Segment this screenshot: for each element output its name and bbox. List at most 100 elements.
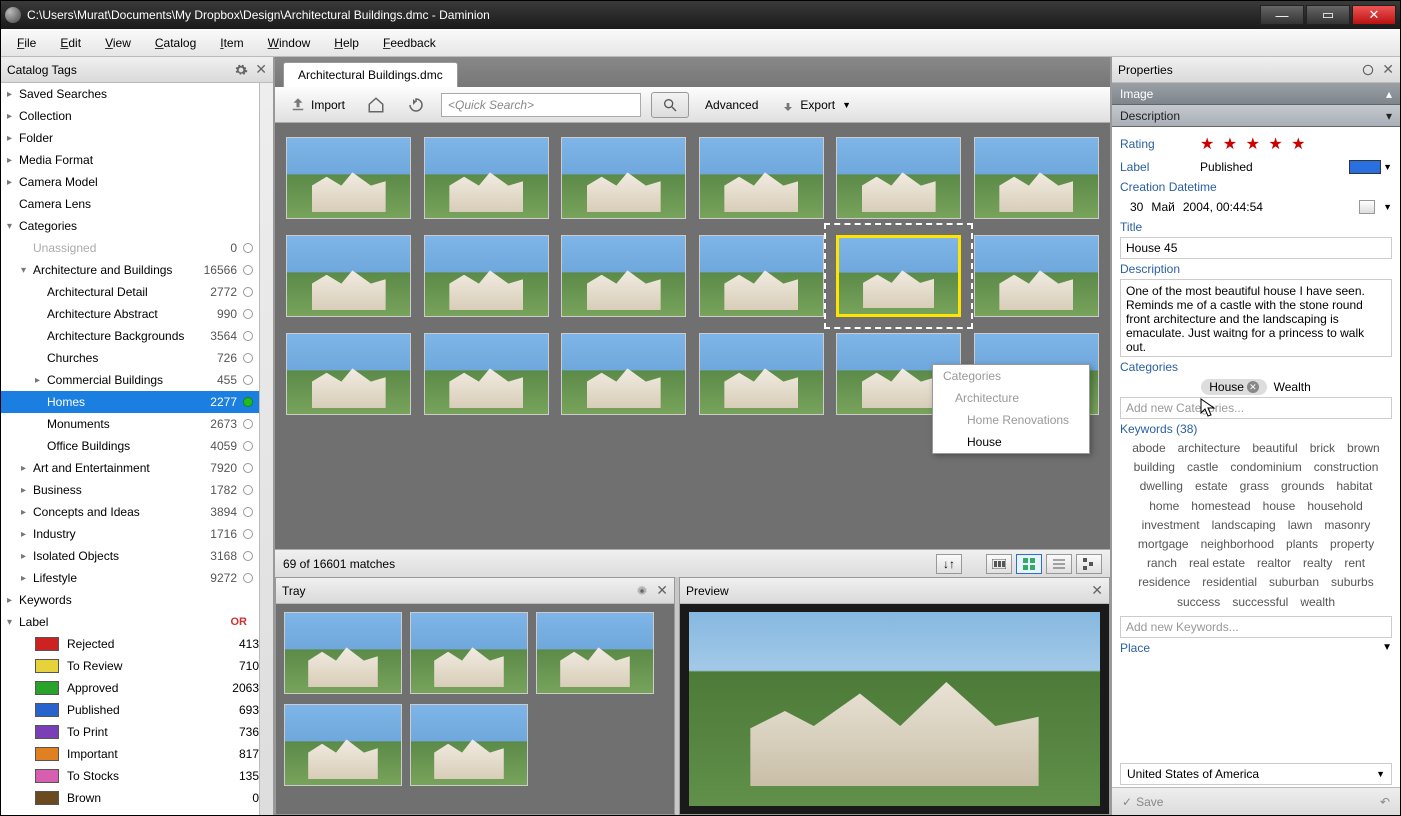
add-categories-input[interactable]: Add new Categories... xyxy=(1120,397,1392,419)
tree-item-monuments[interactable]: Monuments2673 xyxy=(1,413,259,435)
label-rejected[interactable]: Rejected413 xyxy=(1,633,259,655)
keyword-beautiful[interactable]: beautiful xyxy=(1246,439,1303,458)
tree-item-commercial-buildings[interactable]: ▸Commercial Buildings455 xyxy=(1,369,259,391)
tree-item-media-format[interactable]: ▸Media Format xyxy=(1,149,259,171)
category-chip-house[interactable]: House✕ xyxy=(1201,379,1267,395)
thumbnail[interactable] xyxy=(836,137,961,219)
chevron-down-icon[interactable]: ▼ xyxy=(1383,162,1392,172)
keyword-architecture[interactable]: architecture xyxy=(1172,439,1247,458)
close-icon[interactable]: ✕ xyxy=(1091,582,1103,599)
place-select[interactable]: United States of America▼ xyxy=(1120,763,1392,785)
thumbnail[interactable] xyxy=(424,137,549,219)
keyword-real-estate[interactable]: real estate xyxy=(1183,554,1251,573)
tree-item-isolated-objects[interactable]: ▸Isolated Objects3168 xyxy=(1,545,259,567)
tree-item-collection[interactable]: ▸Collection xyxy=(1,105,259,127)
tree-item-camera-model[interactable]: ▸Camera Model xyxy=(1,171,259,193)
keyword-condominium[interactable]: condominium xyxy=(1224,458,1307,477)
gear-icon[interactable] xyxy=(634,583,650,599)
keyword-property[interactable]: property xyxy=(1324,535,1380,554)
keyword-residential[interactable]: residential xyxy=(1196,573,1263,592)
close-icon[interactable]: ✕ xyxy=(656,582,668,599)
view-tree[interactable] xyxy=(1076,554,1102,574)
chevron-down-icon[interactable]: ▼ xyxy=(1383,202,1392,212)
catalog-tab[interactable]: Architectural Buildings.dmc xyxy=(283,62,458,87)
close-icon[interactable]: ✕ xyxy=(1382,61,1394,78)
undo-icon[interactable]: ↶ xyxy=(1380,795,1390,809)
maximize-button[interactable]: ▭ xyxy=(1306,5,1350,25)
keyword-lawn[interactable]: lawn xyxy=(1282,516,1319,535)
thumbnail[interactable] xyxy=(561,235,686,317)
home-button[interactable] xyxy=(361,93,391,117)
ctx-item-renovations[interactable]: Home Renovations xyxy=(933,409,1089,431)
tree-item-industry[interactable]: ▸Industry1716 xyxy=(1,523,259,545)
label-brown[interactable]: Brown0 xyxy=(1,787,259,809)
keyword-successful[interactable]: successful xyxy=(1226,593,1294,612)
remove-icon[interactable]: ✕ xyxy=(1247,381,1259,393)
keyword-household[interactable]: household xyxy=(1301,497,1368,516)
gear-icon[interactable] xyxy=(233,62,249,78)
minimize-button[interactable]: — xyxy=(1260,5,1304,25)
keyword-habitat[interactable]: habitat xyxy=(1330,477,1378,496)
save-button[interactable]: ✓Save xyxy=(1122,795,1163,809)
thumbnail-grid[interactable] xyxy=(275,123,1110,549)
keyword-home[interactable]: home xyxy=(1143,497,1185,516)
section-description[interactable]: Description▾ xyxy=(1112,105,1400,127)
keyword-homestead[interactable]: homestead xyxy=(1185,497,1256,516)
keyword-landscaping[interactable]: landscaping xyxy=(1206,516,1282,535)
keyword-masonry[interactable]: masonry xyxy=(1318,516,1376,535)
menu-window[interactable]: Window xyxy=(258,32,321,54)
keyword-wealth[interactable]: wealth xyxy=(1294,593,1341,612)
ctx-item-architecture[interactable]: Architecture xyxy=(933,387,1089,409)
keyword-ranch[interactable]: ranch xyxy=(1141,554,1183,573)
tree-item-saved-searches[interactable]: ▸Saved Searches xyxy=(1,83,259,105)
keyword-estate[interactable]: estate xyxy=(1189,477,1234,496)
label-to-review[interactable]: To Review710 xyxy=(1,655,259,677)
thumbnail[interactable] xyxy=(286,137,411,219)
gear-icon[interactable] xyxy=(1360,62,1376,78)
menu-view[interactable]: View xyxy=(95,32,141,54)
tree-item-office-buildings[interactable]: Office Buildings4059 xyxy=(1,435,259,457)
keyword-brick[interactable]: brick xyxy=(1304,439,1341,458)
keyword-house[interactable]: house xyxy=(1257,497,1302,516)
tree-item-label[interactable]: ▾LabelOR xyxy=(1,611,259,633)
tree-item-camera-lens[interactable]: Camera Lens xyxy=(1,193,259,215)
keyword-suburbs[interactable]: suburbs xyxy=(1325,573,1380,592)
menu-help[interactable]: Help xyxy=(324,32,369,54)
keyword-suburban[interactable]: suburban xyxy=(1263,573,1325,592)
thumbnail[interactable] xyxy=(699,137,824,219)
chevron-down-icon[interactable]: ▼ xyxy=(1382,642,1392,653)
label-published[interactable]: Published693 xyxy=(1,699,259,721)
label-important[interactable]: Important817 xyxy=(1,743,259,765)
thumbnail[interactable] xyxy=(974,137,1099,219)
label-swatch[interactable] xyxy=(1349,160,1381,174)
tree-item-architectural-detail[interactable]: Architectural Detail2772 xyxy=(1,281,259,303)
tray-thumbnail[interactable] xyxy=(410,612,528,694)
description-field[interactable]: One of the most beautiful house I have s… xyxy=(1120,279,1392,357)
tree-item-categories[interactable]: ▾Categories xyxy=(1,215,259,237)
sort-button[interactable]: ↓↑ xyxy=(936,554,962,574)
thumbnail[interactable] xyxy=(836,235,961,317)
label-to-stocks[interactable]: To Stocks135 xyxy=(1,765,259,787)
calendar-icon[interactable] xyxy=(1359,200,1375,214)
tree-item-architecture-and-buildings[interactable]: ▾Architecture and Buildings16566 xyxy=(1,259,259,281)
menu-catalog[interactable]: Catalog xyxy=(145,32,206,54)
rating-stars[interactable]: ★ ★ ★ ★ ★ xyxy=(1200,134,1308,154)
keyword-grass[interactable]: grass xyxy=(1234,477,1275,496)
tree-item-churches[interactable]: Churches726 xyxy=(1,347,259,369)
label-to-print[interactable]: To Print736 xyxy=(1,721,259,743)
keyword-residence[interactable]: residence xyxy=(1132,573,1196,592)
menu-edit[interactable]: Edit xyxy=(50,32,91,54)
thumbnail[interactable] xyxy=(286,333,411,415)
label-approved[interactable]: Approved2063 xyxy=(1,677,259,699)
thumbnail[interactable] xyxy=(424,333,549,415)
tree-item-art-and-entertainment[interactable]: ▸Art and Entertainment7920 xyxy=(1,457,259,479)
keyword-castle[interactable]: castle xyxy=(1181,458,1224,477)
keyword-mortgage[interactable]: mortgage xyxy=(1132,535,1195,554)
tree-item-folder[interactable]: ▸Folder xyxy=(1,127,259,149)
tray-thumbnail[interactable] xyxy=(410,704,528,786)
tray-thumbnail[interactable] xyxy=(284,612,402,694)
menu-file[interactable]: File xyxy=(7,32,46,54)
tree-item-keywords[interactable]: ▸Keywords xyxy=(1,589,259,611)
keyword-building[interactable]: building xyxy=(1128,458,1181,477)
section-image[interactable]: Image▴ xyxy=(1112,83,1400,105)
